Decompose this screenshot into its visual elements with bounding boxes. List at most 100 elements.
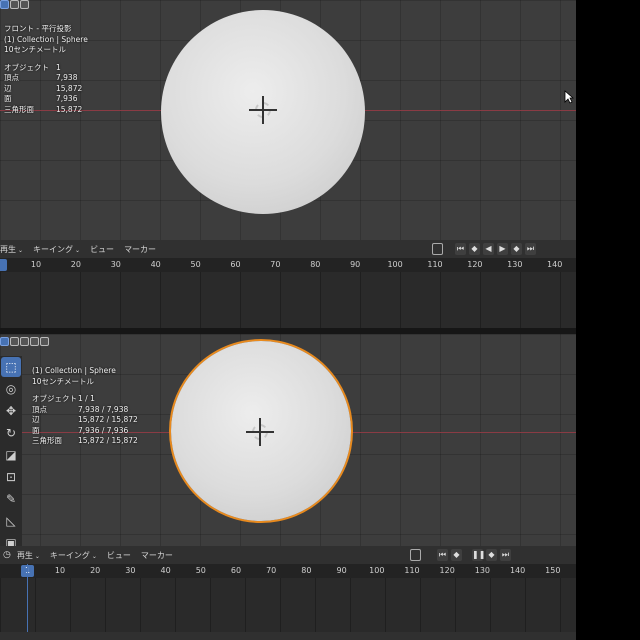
select-subtract-icon[interactable] bbox=[20, 0, 29, 9]
frame-tick-label: 140 bbox=[509, 566, 526, 575]
stat-label: 三角形面 bbox=[32, 436, 62, 445]
stat-label: 面 bbox=[32, 425, 40, 435]
frame-tick-label: 110 bbox=[427, 260, 443, 269]
frame-tick-label: 90 bbox=[336, 566, 347, 575]
viewport-info-overlay: フロント - 平行投影 (1) Collection | Sphere 10セン… bbox=[4, 24, 88, 115]
pause-icon[interactable]: ❚❚ bbox=[472, 549, 485, 561]
move-icon[interactable]: ✥ bbox=[1, 401, 21, 421]
timeline-top[interactable]: 再生 ⌄ キーイング ⌄ ビュー マーカー ⏮ ◆ ◀ ▶ ◆ ⏭ 10 20 30 40 50 6… bbox=[0, 240, 576, 328]
stat-label: 頂点 bbox=[32, 404, 47, 414]
play-reverse-icon[interactable]: ◀ bbox=[483, 243, 494, 255]
frame-tick-label: 30 bbox=[110, 260, 121, 269]
stat-label: 面 bbox=[4, 94, 12, 103]
frame-tick-label: 60 bbox=[230, 566, 242, 575]
playback-controls: ⏮ ◆ ◀ ▶ ◆ ⏭ bbox=[432, 243, 536, 255]
frame-tick-label: 70 bbox=[266, 566, 277, 575]
editor-type-icon[interactable]: ◷ bbox=[3, 550, 11, 560]
chevron-down-icon: ⌄ bbox=[75, 246, 81, 254]
frame-ruler[interactable]: 10 20 30 40 50 60 70 80 90 100 110 120 130 140 bbox=[0, 258, 576, 272]
stat-row: オブジェクト 1 bbox=[4, 63, 88, 74]
playback-controls: ⏮ ◆ ❚❚ ◆ ⏭ bbox=[410, 549, 511, 561]
frame-ruler[interactable]: 1 102030405060708090100110120130140150 bbox=[0, 564, 576, 578]
select-extend-icon[interactable] bbox=[10, 0, 19, 9]
measure-icon[interactable]: ◺ bbox=[1, 511, 21, 531]
stat-value: 15,872 / 15,872 bbox=[78, 436, 138, 445]
record-icon[interactable] bbox=[432, 243, 443, 255]
select-extend-icon[interactable] bbox=[10, 337, 19, 346]
timeline-body[interactable] bbox=[0, 272, 576, 328]
frame-tick-label: 150 bbox=[545, 566, 561, 575]
timeline-menu-item[interactable]: ビュー bbox=[90, 244, 114, 255]
scale-icon[interactable]: ◪ bbox=[1, 445, 21, 465]
stat-value: 1 / 1 bbox=[78, 394, 95, 403]
prev-keyframe-icon[interactable]: ◆ bbox=[451, 549, 462, 561]
current-frame-badge[interactable] bbox=[0, 259, 7, 271]
scene-stats: オブジェクト 1 頂点 7,938 辺 15,872 面 7,936 三角形面 15,872 bbox=[4, 63, 88, 116]
stat-value: 15,872 bbox=[56, 83, 83, 93]
select-invert-icon[interactable] bbox=[30, 337, 39, 346]
timeline-header: 再生 ⌄ キーイング ⌄ ビュー マーカー ⏮ ◆ ◀ ▶ ◆ ⏭ bbox=[0, 240, 576, 258]
timeline-menu-item[interactable]: 再生 ⌄ bbox=[0, 244, 23, 255]
next-keyframe-icon[interactable]: ◆ bbox=[511, 243, 522, 255]
viewport-top[interactable]: フロント - 平行投影 (1) Collection | Sphere 10セン… bbox=[0, 0, 576, 240]
transform-icon[interactable]: ⊡ bbox=[1, 467, 21, 487]
stat-label: 頂点 bbox=[4, 73, 19, 82]
cursor-icon[interactable]: ◎ bbox=[1, 379, 21, 399]
select-box-icon[interactable]: ⬚ bbox=[1, 357, 21, 377]
timeline-body[interactable] bbox=[0, 578, 576, 632]
frame-tick-label: 50 bbox=[190, 260, 201, 269]
annotate-icon[interactable]: ✎ bbox=[1, 489, 21, 509]
stat-label: オブジェクト bbox=[32, 394, 77, 403]
scene-stats: オブジェクト 1 / 1 頂点 7,938 / 7,938 辺 15,872 / 15,8… bbox=[32, 394, 138, 447]
timeline-menu-item[interactable]: キーイング ⌄ bbox=[33, 244, 80, 255]
frame-tick-label: 100 bbox=[369, 566, 385, 575]
frame-tick-label: 110 bbox=[404, 566, 420, 575]
select-intersect-icon[interactable] bbox=[40, 337, 49, 346]
3d-cursor-icon bbox=[246, 418, 274, 446]
prev-keyframe-icon[interactable]: ◆ bbox=[469, 243, 480, 255]
stat-row: 面 7,936 bbox=[4, 94, 88, 105]
frame-tick-label: 50 bbox=[195, 566, 206, 575]
jump-end-icon[interactable]: ⏭ bbox=[525, 243, 536, 255]
frame-tick-label: 40 bbox=[160, 566, 171, 575]
timeline-menu-item[interactable]: キーイング ⌄ bbox=[50, 550, 97, 561]
timeline-menu-item[interactable]: マーカー bbox=[124, 244, 156, 255]
jump-start-icon[interactable]: ⏮ bbox=[455, 243, 466, 255]
stat-value: 15,872 bbox=[56, 104, 83, 114]
timeline-bottom[interactable]: ◷ 再生⌄キーイング⌄ビューマーカー ⏮ ◆ ❚❚ ◆ ⏭ 1 10203040… bbox=[0, 546, 576, 632]
frame-tick-label: 30 bbox=[125, 566, 136, 575]
select-subtract-icon[interactable] bbox=[20, 337, 29, 346]
timeline-menu-item[interactable]: 再生 ⌄ bbox=[17, 550, 40, 561]
chevron-down-icon: ⌄ bbox=[34, 552, 40, 560]
timeline-menu-item[interactable]: ビュー bbox=[107, 550, 131, 561]
playhead[interactable] bbox=[27, 564, 28, 632]
grid-scale-label: 10センチメートル bbox=[4, 45, 67, 54]
select-mode-icon[interactable] bbox=[0, 0, 9, 9]
frame-tick-label: 60 bbox=[230, 260, 241, 269]
play-icon[interactable]: ▶ bbox=[497, 243, 508, 255]
view-name: フロント - 平行投影 bbox=[4, 24, 72, 33]
record-icon[interactable] bbox=[410, 549, 421, 561]
timeline-menu-item[interactable]: マーカー bbox=[141, 550, 173, 561]
frame-tick-label: 90 bbox=[350, 260, 361, 269]
select-mode-icon[interactable] bbox=[0, 337, 9, 346]
frame-tick-label: 130 bbox=[507, 260, 523, 269]
grid-scale-label: 10センチメートル bbox=[32, 376, 95, 386]
stat-value: 7,938 bbox=[56, 73, 78, 82]
add-cube-icon[interactable]: ▣ bbox=[1, 533, 21, 546]
jump-start-icon[interactable]: ⏮ bbox=[437, 549, 448, 561]
3d-cursor-icon bbox=[249, 96, 277, 124]
timeline-header: ◷ 再生 ⌄ キーイング ⌄ ビュー マーカー ⏮ ◆ ❚❚ ◆ ⏭ bbox=[0, 546, 576, 564]
stat-row: 頂点 7,938 / 7,938 bbox=[32, 405, 138, 416]
next-keyframe-icon[interactable]: ◆ bbox=[486, 549, 497, 561]
frame-tick-label: 20 bbox=[90, 566, 101, 575]
frame-tick-label: 10 bbox=[54, 566, 66, 575]
viewport-info-overlay: (1) Collection | Sphere 10センチメートル オブジェクト… bbox=[32, 366, 138, 447]
viewport-bottom[interactable]: (1) Collection | Sphere 10センチメートル オブジェクト… bbox=[0, 334, 576, 546]
stat-row: 頂点 7,938 bbox=[4, 73, 88, 84]
frame-tick-label: 140 bbox=[547, 260, 563, 269]
stat-row: 三角形面 15,872 / 15,872 bbox=[32, 436, 138, 447]
stat-label: 辺 bbox=[32, 415, 40, 424]
jump-end-icon[interactable]: ⏭ bbox=[500, 549, 511, 561]
rotate-icon[interactable]: ↻ bbox=[1, 423, 21, 443]
